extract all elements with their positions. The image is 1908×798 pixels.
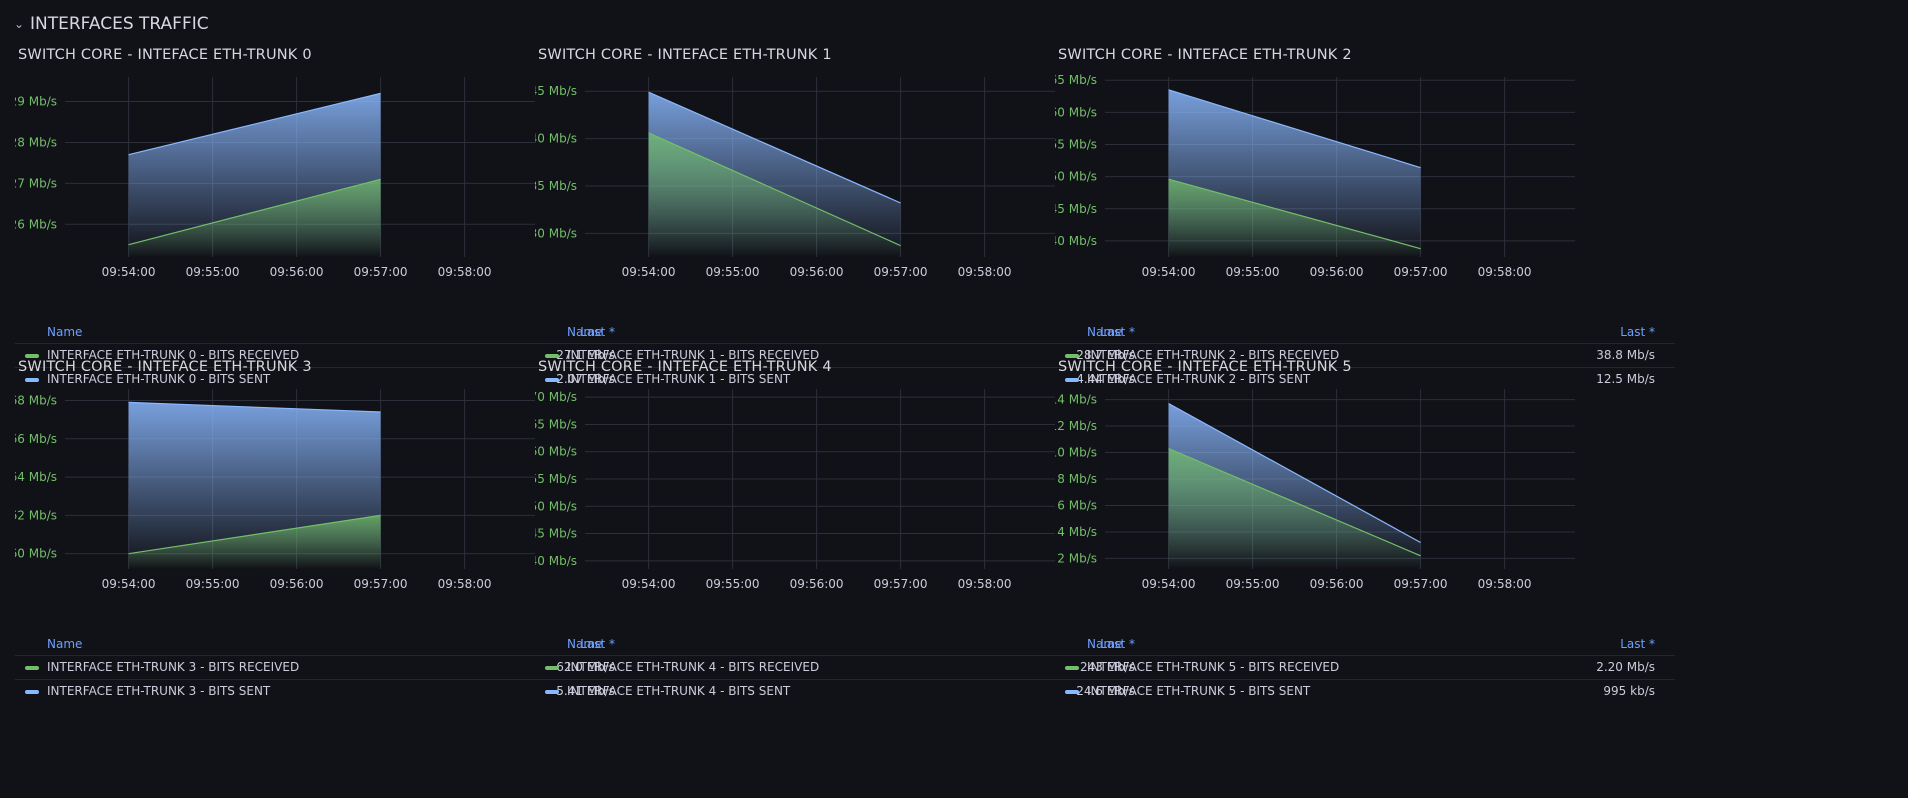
series-color-swatch[interactable] [25, 666, 39, 670]
x-tick-label: 09:58:00 [1478, 577, 1532, 591]
received-area [1168, 448, 1421, 569]
y-tick-label: 60 Mb/s [15, 547, 57, 561]
time-series-chart[interactable]: 09:54:00 09:55:00 09:56:00 09:57:00 09:58:00… [1055, 45, 1675, 320]
x-tick-label: 09:56:00 [270, 265, 324, 279]
x-tick-label: 09:55:00 [186, 265, 240, 279]
x-tick-label: 09:56:00 [790, 265, 844, 279]
x-tick-label: 09:55:00 [1226, 577, 1280, 591]
x-tick-label: 09:58:00 [438, 265, 492, 279]
y-tick-label: 40 Mb/s [1055, 234, 1097, 248]
y-tick-label: 60 Mb/s [1055, 105, 1097, 119]
x-tick-label: 09:58:00 [1478, 265, 1532, 279]
x-tick-label: 09:57:00 [1394, 265, 1448, 279]
y-tick-label: 29 Mb/s [15, 95, 57, 109]
x-tick-label: 09:58:00 [958, 577, 1012, 591]
x-tick-label: 09:57:00 [874, 577, 928, 591]
x-tick-label: 09:54:00 [622, 265, 676, 279]
y-tick-label: 245 Mb/s [535, 527, 577, 541]
series-name[interactable]: INTERFACE ETH-TRUNK 4 - BITS SENT [567, 684, 790, 698]
x-tick-label: 09:57:00 [874, 265, 928, 279]
series-name[interactable]: INTERFACE ETH-TRUNK 5 - BITS RECEIVED [1087, 660, 1339, 674]
y-tick-label: 30 Mb/s [535, 226, 577, 240]
y-tick-label: 27 Mb/s [15, 176, 57, 190]
y-tick-label: 55 Mb/s [1055, 138, 1097, 152]
series-name[interactable]: INTERFACE ETH-TRUNK 5 - BITS SENT [1087, 684, 1310, 698]
y-tick-label: 35 Mb/s [535, 179, 577, 193]
y-tick-label: 66 Mb/s [15, 432, 57, 446]
series-last-value: 2.20 Mb/s [1596, 660, 1655, 674]
y-tick-label: 8 Mb/s [1057, 472, 1097, 486]
panel-eth-trunk-2[interactable]: SWITCH CORE - INTEFACE ETH-TRUNK 2 09:54:… [1055, 45, 1675, 386]
x-tick-label: 09:55:00 [706, 577, 760, 591]
y-tick-label: 10 Mb/s [1055, 446, 1097, 460]
x-tick-label: 09:57:00 [354, 265, 408, 279]
y-tick-label: 260 Mb/s [535, 445, 577, 459]
y-tick-label: 45 Mb/s [1055, 202, 1097, 216]
series-last-value: 995 kb/s [1603, 684, 1655, 698]
y-tick-label: 28 Mb/s [15, 135, 57, 149]
y-tick-label: 2 Mb/s [1057, 551, 1097, 565]
time-series-chart[interactable]: 09:54:00 09:55:00 09:56:00 09:57:00 09:58:00… [1055, 357, 1675, 632]
y-tick-label: 250 Mb/s [535, 499, 577, 513]
x-tick-label: 09:54:00 [1142, 577, 1196, 591]
y-tick-label: 265 Mb/s [535, 417, 577, 431]
legend-row[interactable]: INTERFACE ETH-TRUNK 5 - BITS RECEIVED 2.2… [1055, 655, 1675, 679]
x-tick-label: 09:58:00 [958, 265, 1012, 279]
y-tick-label: 12 Mb/s [1055, 419, 1097, 433]
legend-last-header[interactable]: Last * [1620, 325, 1655, 339]
legend-name-header[interactable]: Name [567, 637, 602, 651]
x-tick-label: 09:54:00 [622, 577, 676, 591]
legend-name-header[interactable]: Name [567, 325, 602, 339]
legend-name-header[interactable]: Name [1087, 637, 1122, 651]
y-tick-label: 62 Mb/s [15, 508, 57, 522]
x-tick-label: 09:54:00 [1142, 265, 1196, 279]
x-tick-label: 09:55:00 [1226, 265, 1280, 279]
y-tick-label: 68 Mb/s [15, 393, 57, 407]
row-header-interfaces-traffic[interactable]: ⌄ INTERFACES TRAFFIC [14, 11, 209, 37]
panel-eth-trunk-5[interactable]: SWITCH CORE - INTEFACE ETH-TRUNK 5 09:54:… [1055, 357, 1675, 698]
x-tick-label: 09:56:00 [270, 577, 324, 591]
y-tick-label: 270 Mb/s [535, 390, 577, 404]
series-color-swatch[interactable] [1065, 666, 1079, 670]
legend-header: Name Last * [1055, 635, 1675, 655]
x-tick-label: 09:56:00 [1310, 265, 1364, 279]
series-name[interactable]: INTERFACE ETH-TRUNK 3 - BITS RECEIVED [47, 660, 299, 674]
y-tick-label: 14 Mb/s [1055, 393, 1097, 407]
legend-last-header[interactable]: Last * [1620, 637, 1655, 651]
x-tick-label: 09:57:00 [1394, 577, 1448, 591]
series-color-swatch[interactable] [1065, 690, 1079, 694]
y-tick-label: 65 Mb/s [1055, 73, 1097, 87]
x-tick-label: 09:54:00 [102, 265, 156, 279]
legend-table: Name Last * INTERFACE ETH-TRUNK 5 - BITS R… [1055, 635, 1675, 703]
x-tick-label: 09:55:00 [706, 265, 760, 279]
series-name[interactable]: INTERFACE ETH-TRUNK 3 - BITS SENT [47, 684, 270, 698]
legend-name-header[interactable]: Name [1087, 325, 1122, 339]
y-tick-label: 50 Mb/s [1055, 170, 1097, 184]
legend-name-header[interactable]: Name [47, 637, 82, 651]
series-color-swatch[interactable] [545, 690, 559, 694]
x-tick-label: 09:55:00 [186, 577, 240, 591]
legend-name-header[interactable]: Name [47, 325, 82, 339]
series-name[interactable]: INTERFACE ETH-TRUNK 4 - BITS RECEIVED [567, 660, 819, 674]
y-tick-label: 26 Mb/s [15, 217, 57, 231]
chevron-down-icon: ⌄ [14, 17, 25, 31]
x-tick-label: 09:56:00 [790, 577, 844, 591]
y-tick-label: 6 Mb/s [1057, 498, 1097, 512]
series-color-swatch[interactable] [25, 690, 39, 694]
y-tick-label: 255 Mb/s [535, 472, 577, 486]
y-tick-label: 64 Mb/s [15, 470, 57, 484]
row-title: INTERFACES TRAFFIC [30, 14, 209, 34]
legend-row[interactable]: INTERFACE ETH-TRUNK 5 - BITS SENT 995 kb/… [1055, 679, 1675, 703]
y-tick-label: 45 Mb/s [535, 84, 577, 98]
legend-header: Name Last * [1055, 323, 1675, 343]
x-tick-label: 09:58:00 [438, 577, 492, 591]
series-color-swatch[interactable] [545, 666, 559, 670]
y-tick-label: 40 Mb/s [535, 132, 577, 146]
y-tick-label: 4 Mb/s [1057, 525, 1097, 539]
x-tick-label: 09:57:00 [354, 577, 408, 591]
x-tick-label: 09:54:00 [102, 577, 156, 591]
y-tick-label: 240 Mb/s [535, 554, 577, 568]
x-tick-label: 09:56:00 [1310, 577, 1364, 591]
